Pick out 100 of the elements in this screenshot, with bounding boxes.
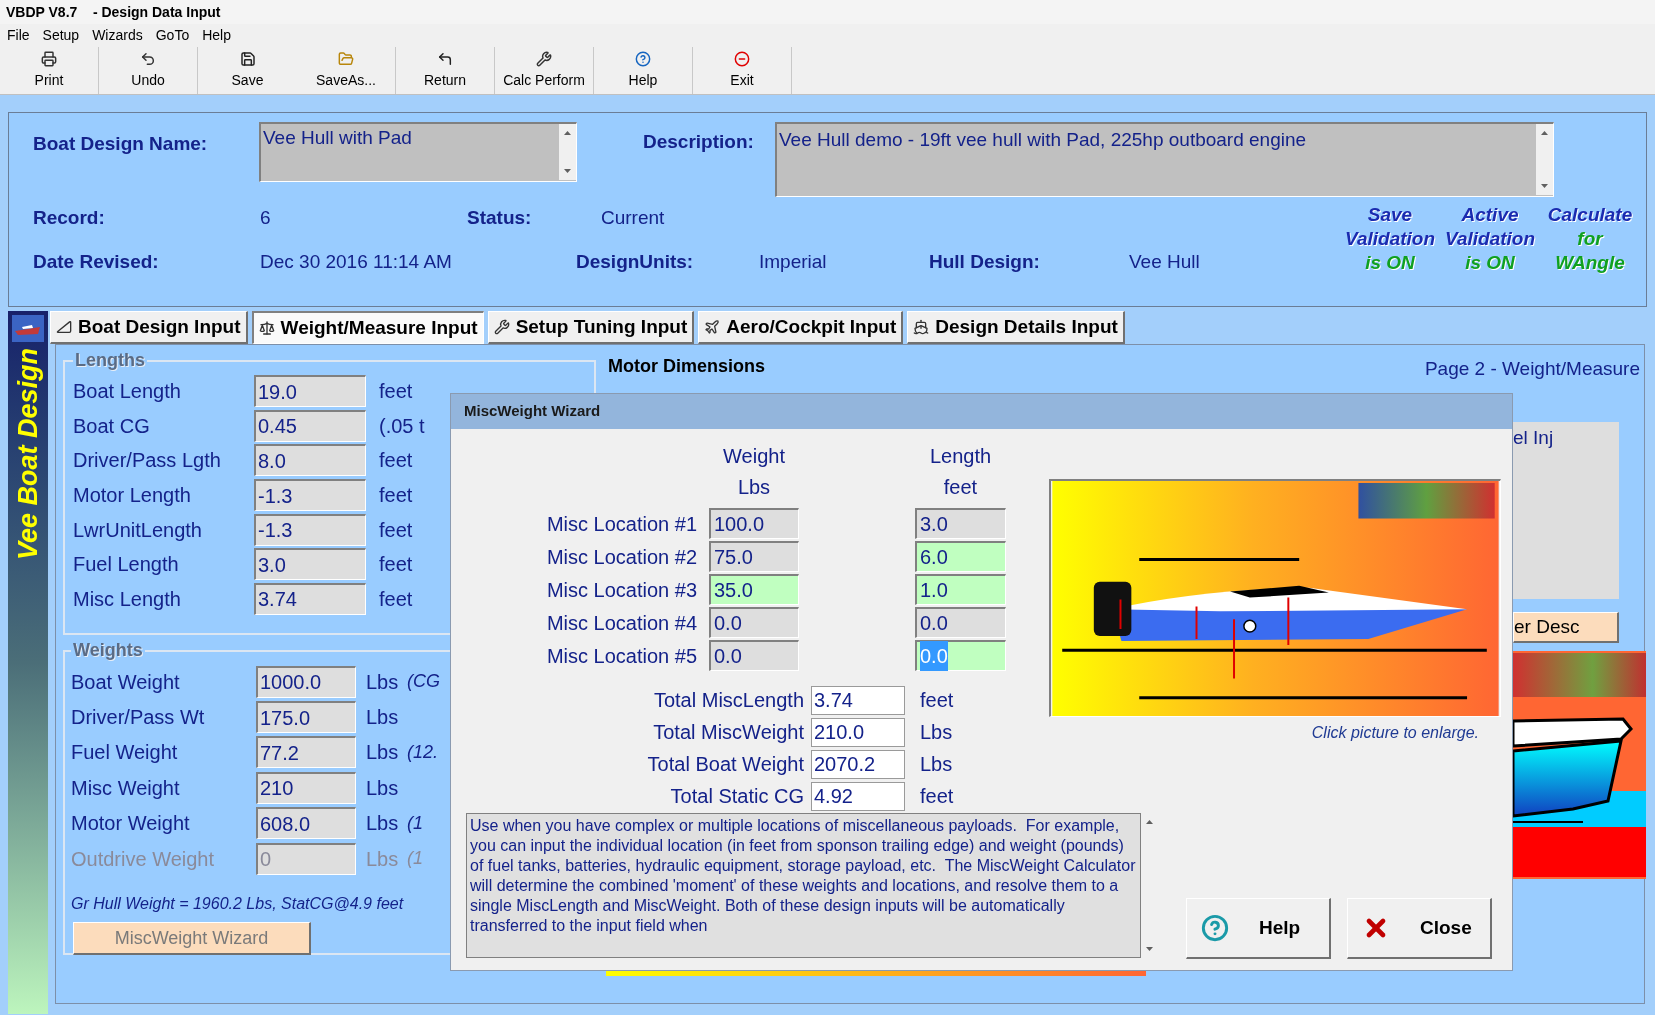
unit-label: Lbs: [366, 775, 400, 801]
tab[interactable]: Setup Tuning Input: [487, 311, 695, 344]
unit-label: feet: [920, 688, 954, 713]
length-field[interactable]: 3.0: [915, 508, 1006, 539]
field-value: Vee Hull: [1129, 249, 1201, 274]
description-button[interactable]: er Desc: [1513, 611, 1619, 643]
input-field[interactable]: 608.0: [256, 807, 356, 840]
page-title: Page 2 - Weight/Measure: [1424, 357, 1640, 381]
input-field[interactable]: 210: [256, 771, 356, 804]
menu-item[interactable]: Setup: [42, 25, 80, 46]
wrench-icon: [493, 319, 510, 335]
row-label: Misc Location #1: [545, 511, 697, 537]
unit-label: Lbs: [366, 705, 400, 731]
unit-label: Lbs: [920, 752, 953, 777]
input-field[interactable]: -1.3: [254, 479, 366, 512]
input-field[interactable]: Vee Hull demo - 19ft vee hull with Pad, 225hp outboard engine: [775, 122, 1554, 197]
status-badge[interactable]: Save Validation is ON: [1344, 203, 1436, 275]
close-button[interactable]: Close: [1347, 898, 1492, 959]
field-label: Fuel Length: [73, 552, 180, 578]
weight-field[interactable]: 35.0: [709, 574, 799, 605]
tab[interactable]: Boat Design Input: [50, 311, 248, 344]
field-label: Misc Length: [73, 586, 182, 612]
input-field[interactable]: -1.3: [254, 513, 366, 546]
status-badge[interactable]: Active Validation is ON: [1444, 203, 1536, 275]
scrollbar[interactable]: [1536, 124, 1553, 195]
scrollbar[interactable]: [559, 124, 576, 180]
menu-item[interactable]: Wizards: [92, 25, 143, 46]
field-label: Misc Weight: [71, 775, 181, 801]
field-label: DesignUnits:: [576, 249, 695, 274]
menu-item[interactable]: GoTo: [155, 25, 190, 46]
weight-field[interactable]: 100.0: [709, 508, 799, 539]
toolbar-button[interactable]: Help: [594, 47, 693, 94]
toolbar-button[interactable]: Undo: [99, 47, 198, 94]
length-field[interactable]: 1.0: [915, 574, 1006, 605]
unit-label: feet: [920, 784, 954, 809]
save-icon: [239, 50, 256, 67]
field-label: Description:: [643, 130, 755, 154]
input-field[interactable]: 1000.0: [256, 665, 356, 698]
wrench-icon: [536, 50, 552, 67]
input-field[interactable]: 77.2: [256, 736, 356, 769]
unit-label: Lbs: [366, 811, 400, 837]
summary-text: Gr Hull Weight = 1960.2 Lbs, StatCG@4.9 feet: [71, 894, 404, 915]
toolbar-button[interactable]: Calc Perform: [495, 47, 594, 94]
column-header: Weight: [723, 444, 785, 469]
weight-field[interactable]: 0.0: [709, 640, 799, 671]
toolbar-button[interactable]: Print: [0, 47, 99, 94]
field-label: LwrUnitLength: [73, 517, 203, 543]
status-badge[interactable]: Calculate for WAngle: [1544, 203, 1636, 275]
column-unit: Lbs: [737, 475, 771, 500]
printer-icon: [41, 50, 57, 67]
input-field[interactable]: Vee Hull with Pad: [259, 122, 577, 182]
input-field[interactable]: 3.74: [254, 582, 366, 615]
weight-field[interactable]: 75.0: [709, 541, 799, 572]
field-label: Boat Weight: [71, 669, 181, 695]
unit-label: (.05 t: [379, 413, 425, 439]
scale-icon: [258, 320, 275, 336]
menu-item[interactable]: File: [7, 25, 30, 46]
unit-label: feet: [379, 483, 413, 509]
input-field[interactable]: 19.0: [254, 375, 366, 408]
length-field[interactable]: 0.0: [915, 607, 1006, 638]
field-label: Boat CG: [73, 413, 151, 439]
unit-label: Lbs: [366, 846, 400, 872]
total-label: Total MiscLength: [652, 688, 804, 713]
note-text: (CG: [407, 670, 440, 694]
input-field[interactable]: 175.0: [256, 701, 356, 734]
row-label: Misc Location #3: [545, 577, 697, 603]
toolbar-button[interactable]: Exit: [693, 47, 792, 94]
triangle-icon: [56, 319, 72, 335]
total-field: 3.74: [811, 685, 905, 715]
field-label: Hull Design:: [929, 249, 1041, 274]
row-label: Misc Location #2: [545, 544, 697, 570]
input-field[interactable]: 8.0: [254, 444, 366, 477]
toolbar-button[interactable]: SaveAs...: [297, 47, 396, 94]
dialog-title: MiscWeight Wizard: [451, 394, 1512, 429]
help-button[interactable]: Help: [1186, 898, 1331, 959]
unit-label: feet: [379, 379, 413, 405]
field-label: Boat Design Name:: [33, 132, 209, 156]
group-title: Lengths: [74, 349, 146, 372]
input-field[interactable]: 3.0: [254, 548, 366, 581]
tab[interactable]: Design Details Input: [907, 311, 1125, 344]
menu-item[interactable]: Help: [202, 25, 231, 46]
tab[interactable]: Weight/Measure Input: [251, 311, 484, 344]
weight-field[interactable]: 0.0: [709, 607, 799, 638]
help-icon: [635, 50, 651, 67]
note-text: (1: [407, 847, 423, 871]
text-area[interactable]: el Inj: [1513, 421, 1619, 599]
field-label: Motor Length: [73, 483, 192, 509]
length-field[interactable]: 6.0: [915, 541, 1006, 572]
input-field: 0: [256, 842, 356, 875]
field-label: Fuel Weight: [71, 740, 179, 766]
unit-label: Lbs: [366, 740, 400, 766]
toolbar-button[interactable]: Save: [198, 47, 297, 94]
tab[interactable]: Aero/Cockpit Input: [698, 311, 904, 344]
toolbar-button[interactable]: Return: [396, 47, 495, 94]
undo-icon: [140, 50, 156, 67]
group-title: Weights: [72, 639, 144, 662]
input-field[interactable]: 0.45: [254, 409, 366, 442]
column-header: Length: [929, 444, 992, 469]
total-field: 2070.2: [811, 749, 905, 779]
field-value: Imperial: [759, 249, 828, 274]
